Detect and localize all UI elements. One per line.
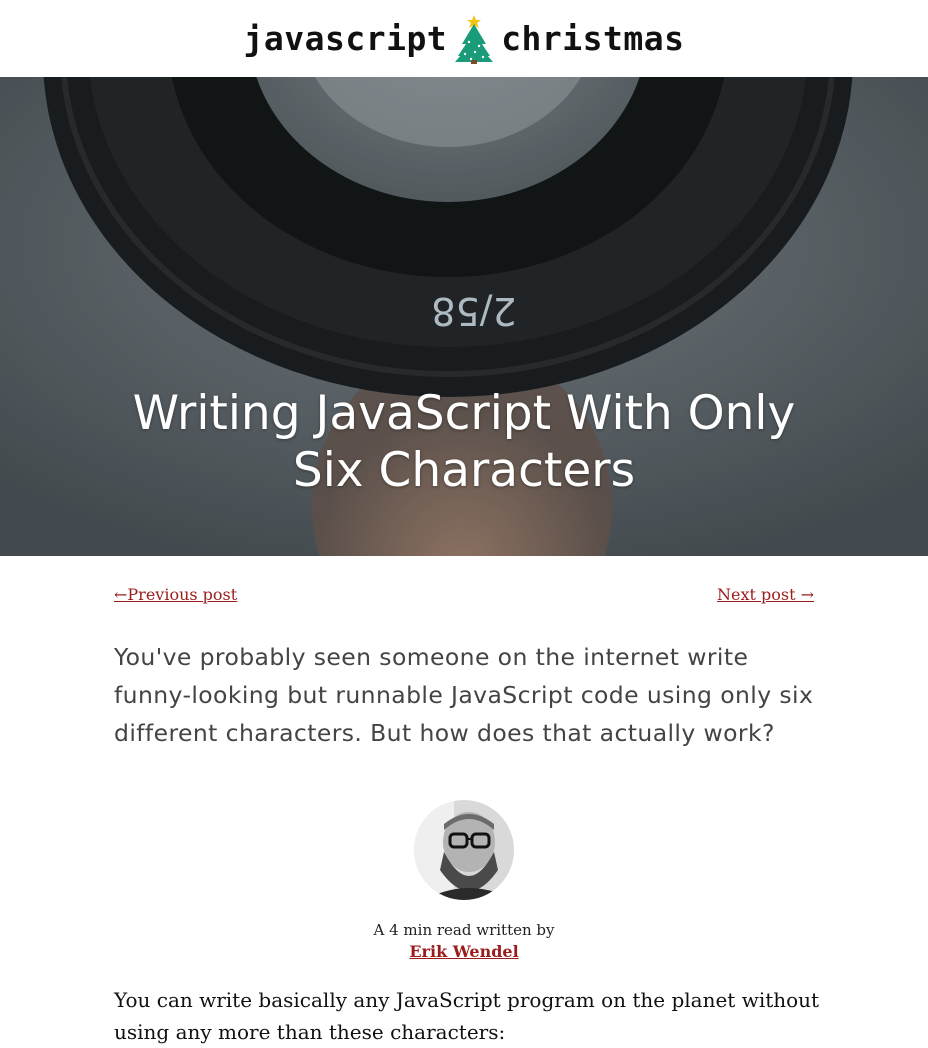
site-header: javascript christmas — [0, 0, 928, 77]
christmas-tree-icon — [455, 14, 494, 64]
author-avatar — [414, 800, 514, 900]
post-navigation: ←Previous post Next post → — [114, 585, 814, 604]
author-name-link[interactable]: Erik Wendel — [409, 942, 518, 961]
site-title-link[interactable]: javascript christmas — [244, 14, 685, 64]
previous-post-link[interactable]: ←Previous post — [114, 585, 237, 604]
page-title-line2: Six Characters — [292, 443, 636, 498]
page-title-line1: Writing JavaScript With Only — [132, 386, 796, 441]
author-section: A 4 min read written by Erik Wendel — [0, 800, 928, 961]
site-title-right: christmas — [501, 19, 685, 58]
article-paragraph: You can write basically any JavaScript p… — [114, 988, 820, 1044]
site-title-left: javascript — [243, 19, 448, 58]
next-post-link[interactable]: Next post → — [717, 585, 814, 604]
author-avatar-image — [414, 800, 514, 900]
post-intro: You've probably seen someone on the inte… — [114, 643, 814, 747]
page-title: Writing JavaScript With Only Six Charact… — [0, 385, 928, 499]
hero-banner: 2/58 Writing JavaScript With Only Six Ch… — [0, 77, 928, 556]
author-byline: A 4 min read written by — [373, 921, 555, 939]
